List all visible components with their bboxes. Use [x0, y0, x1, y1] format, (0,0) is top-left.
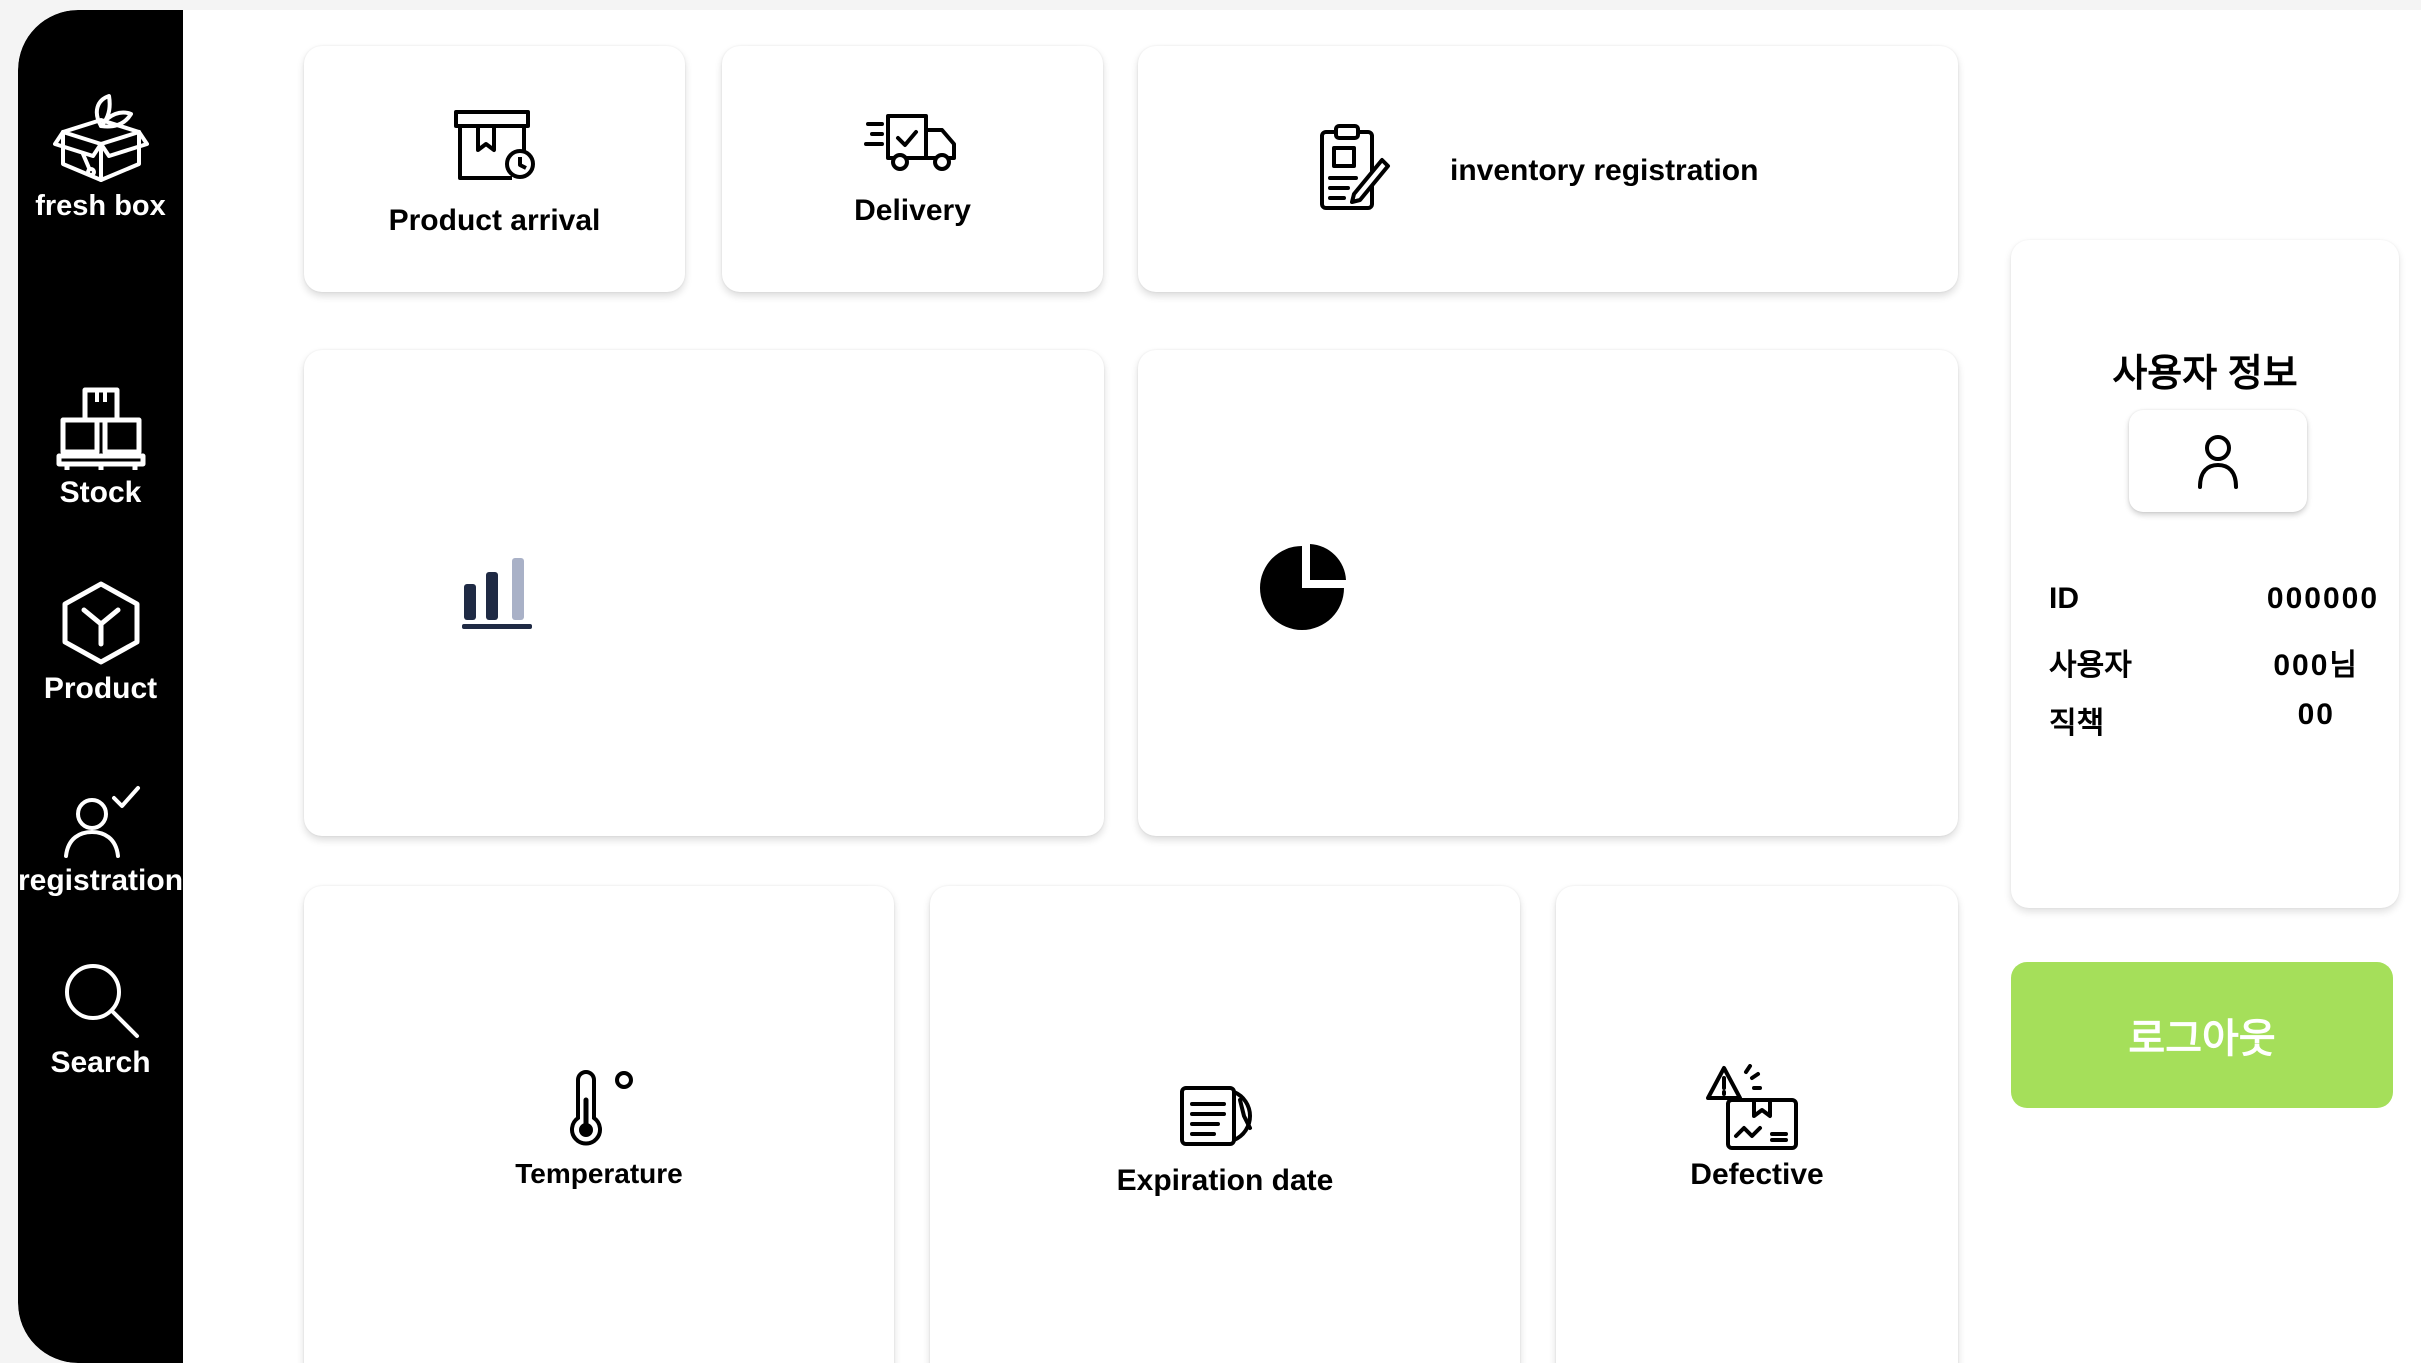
expiration-date-label: Expiration date: [1116, 1164, 1334, 1197]
user-name-value: 000님: [2273, 649, 2359, 682]
bar-chart-icon: [462, 558, 532, 629]
sidebar-item-label: Search: [50, 1046, 151, 1079]
user-id-row: ID 000000: [2049, 582, 2379, 622]
sidebar-item-stock[interactable]: Stock: [18, 382, 183, 510]
product-arrival-label: Product arrival: [388, 204, 601, 237]
user-id-label: ID: [2049, 582, 2079, 615]
fresh-box-icon: [52, 94, 149, 182]
delivery-card[interactable]: Delivery: [722, 46, 1103, 292]
sidebar-item-label: Stock: [59, 476, 142, 509]
pie-chart-card[interactable]: [1138, 350, 1958, 836]
user-id-value: 000000: [2266, 582, 2379, 615]
temperature-label: Temperature: [515, 1158, 683, 1189]
user-position-row: 직책 00: [2049, 698, 2379, 740]
inventory-registration-card[interactable]: inventory registration: [1138, 46, 1958, 292]
sidebar-item-label: Product: [43, 672, 158, 705]
user-info-panel: 사용자 정보 ID 000000 사용자 000님 직책 00: [2011, 240, 2399, 908]
sidebar-item-search[interactable]: Search: [18, 960, 183, 1080]
cube-icon: [62, 581, 139, 665]
thermometer-icon: [570, 1070, 633, 1146]
delivery-truck-icon: [864, 114, 956, 171]
sidebar-item-label: registration: [18, 864, 183, 897]
sidebar: fresh box Stock Product registration Sea…: [18, 10, 183, 1363]
user-info-title: 사용자 정보: [2112, 353, 2298, 395]
user-name-label: 사용자: [2049, 649, 2132, 682]
defective-card[interactable]: Defective: [1556, 886, 1958, 1363]
user-position-value: 00: [2297, 698, 2335, 731]
clipboard-edit-icon: [1320, 124, 1390, 210]
delivery-label: Delivery: [854, 194, 971, 227]
app-window: fresh box Stock Product registration Sea…: [18, 10, 2421, 1363]
expiration-date-card[interactable]: Expiration date: [930, 886, 1520, 1363]
search-icon: [64, 964, 139, 1038]
sidebar-item-registration[interactable]: registration: [18, 782, 183, 898]
user-name-row: 사용자 000님: [2049, 640, 2379, 682]
user-icon: [2198, 435, 2238, 489]
logout-button[interactable]: 로그아웃: [2011, 962, 2393, 1108]
pie-chart-icon: [1260, 544, 1346, 630]
defective-package-icon: [1706, 1064, 1798, 1150]
product-arrival-card[interactable]: Product arrival: [304, 46, 685, 292]
package-arrival-icon: [454, 110, 535, 180]
pallet-boxes-icon: [56, 387, 145, 470]
user-position-label: 직책: [2049, 707, 2105, 740]
sidebar-item-product[interactable]: Product: [18, 580, 183, 706]
defective-label: Defective: [1690, 1158, 1824, 1191]
bar-chart-card[interactable]: [304, 350, 1104, 836]
inventory-registration-label: inventory registration: [1450, 154, 1759, 187]
user-check-icon: [63, 786, 140, 858]
brand-logo[interactable]: fresh box: [18, 92, 183, 223]
temperature-card[interactable]: Temperature: [304, 886, 894, 1363]
brand-name: fresh box: [35, 190, 166, 222]
avatar[interactable]: [2129, 410, 2307, 512]
expiration-calendar-clock-icon: [1180, 1086, 1252, 1146]
